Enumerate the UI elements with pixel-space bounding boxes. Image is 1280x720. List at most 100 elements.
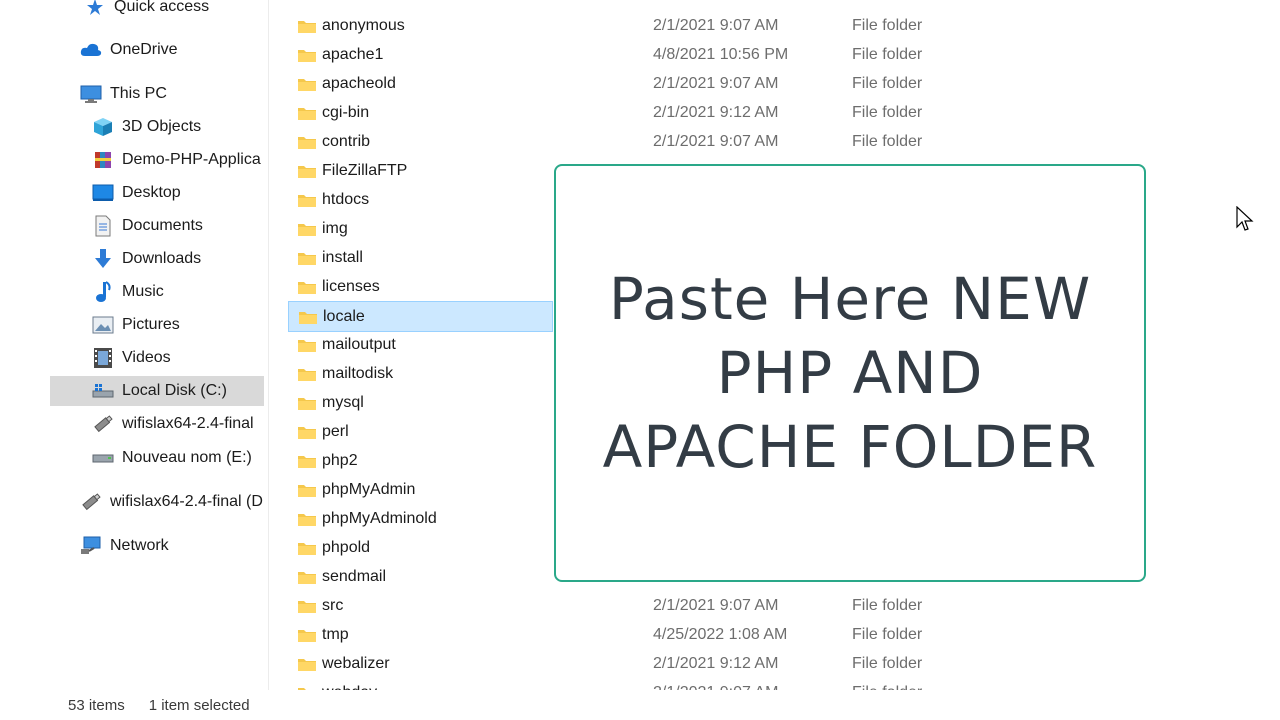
star-icon: [84, 0, 106, 18]
desktop-icon: [92, 182, 114, 204]
file-name: webalizer: [322, 654, 390, 672]
computer-icon: [80, 83, 102, 105]
file-row[interactable]: webdav2/1/2021 9:07 AMFile folder: [288, 678, 988, 690]
folder-icon: [298, 252, 316, 265]
nav-label: Music: [122, 283, 164, 300]
folder-icon: [298, 339, 316, 352]
file-row[interactable]: apache1 4/8/2021 10:56 PM File folder: [288, 40, 988, 69]
left-margin: [0, 0, 50, 720]
file-name: src: [322, 596, 344, 614]
paste-instruction-text: Paste Here NEW PHP AND APACHE FOLDER: [570, 262, 1130, 484]
mouse-pointer-icon: [1236, 205, 1254, 232]
folder-icon: [298, 136, 316, 149]
folder-icon: [298, 165, 316, 178]
nav-label: Demo-PHP-Applica: [122, 151, 261, 168]
folder-icon: [298, 368, 316, 381]
file-type: File folder: [852, 654, 923, 672]
nav-pictures[interactable]: Pictures: [92, 310, 180, 340]
file-name: anonymous: [322, 16, 405, 34]
nav-downloads[interactable]: Downloads: [92, 244, 201, 274]
nav-local-disk-c[interactable]: Local Disk (C:): [50, 376, 264, 406]
nav-nouveau-nom-e[interactable]: Nouveau nom (E:): [92, 443, 252, 473]
file-row[interactable]: apacheold 2/1/2021 9:07 AM File folder: [288, 69, 988, 98]
nav-label: Pictures: [122, 316, 180, 333]
nav-label: Quick access: [114, 0, 210, 15]
file-row[interactable]: contrib 2/1/2021 9:07 AM File folder: [288, 127, 988, 156]
file-row[interactable]: cgi-bin 2/1/2021 9:12 AM File folder: [288, 98, 988, 127]
file-type: File folder: [852, 16, 923, 34]
document-icon: [92, 215, 114, 237]
file-type: File folder: [852, 45, 923, 63]
file-type: File folder: [852, 625, 923, 643]
selection-count: 1 item selected: [148, 696, 250, 714]
folder-icon: [298, 455, 316, 468]
file-name: tmp: [322, 625, 349, 643]
folder-icon: [298, 397, 316, 410]
file-date: 2/1/2021 9:07 AM: [653, 74, 779, 92]
nav-wifislax-d[interactable]: wifislax64-2.4-final (D: [80, 487, 268, 517]
file-type: File folder: [852, 596, 923, 614]
nav-label: Local Disk (C:): [122, 382, 227, 399]
folder-icon: [298, 281, 316, 294]
file-row[interactable]: tmp 4/25/2022 1:08 AM File folder: [288, 620, 988, 649]
folder-icon: [299, 311, 317, 324]
file-name: apacheold: [322, 74, 396, 92]
folder-icon: [298, 513, 316, 526]
file-name: locale: [323, 307, 365, 325]
nav-label: Network: [110, 537, 169, 554]
nav-onedrive[interactable]: OneDrive: [80, 35, 178, 65]
folder-icon: [298, 629, 316, 642]
nav-desktop[interactable]: Desktop: [92, 178, 181, 208]
folder-icon: [298, 426, 316, 439]
file-type: File folder: [852, 103, 923, 121]
folder-icon: [298, 600, 316, 613]
nav-label: 3D Objects: [122, 118, 202, 135]
file-row[interactable]: locale: [288, 301, 553, 332]
usb-icon: [80, 491, 102, 513]
folder-icon: [298, 484, 316, 497]
file-date: 2/1/2021 9:07 AM: [653, 132, 779, 150]
usb-icon: [92, 413, 114, 435]
nav-quick-access[interactable]: Quick access: [84, 0, 209, 22]
file-type: File folder: [852, 74, 923, 92]
nav-videos[interactable]: Videos: [92, 343, 171, 373]
file-date: 2/1/2021 9:07 AM: [653, 596, 779, 614]
nav-label: Desktop: [122, 184, 181, 201]
navigation-pane: Quick access OneDrive This PC 3D Objects…: [50, 0, 269, 690]
archive-icon: [92, 149, 114, 171]
folder-icon: [298, 194, 316, 207]
nav-3d-objects[interactable]: 3D Objects: [92, 112, 201, 142]
cube-icon: [92, 116, 114, 138]
nav-label: Videos: [122, 349, 171, 366]
nav-network[interactable]: Network: [80, 531, 169, 561]
folder-icon: [298, 107, 316, 120]
file-date: 2/1/2021 9:07 AM: [653, 16, 779, 34]
file-date: 4/8/2021 10:56 PM: [653, 45, 789, 63]
cloud-icon: [80, 39, 102, 61]
file-name: cgi-bin: [322, 103, 370, 121]
folder-icon: [298, 542, 316, 555]
nav-this-pc[interactable]: This PC: [80, 79, 167, 109]
file-name: apache1: [322, 45, 384, 63]
file-row[interactable]: webalizer 2/1/2021 9:12 AM File folder: [288, 649, 988, 678]
nav-music[interactable]: Music: [92, 277, 164, 307]
picture-icon: [92, 314, 114, 336]
paste-instruction-box: Paste Here NEW PHP AND APACHE FOLDER: [554, 164, 1146, 582]
file-name: contrib: [322, 132, 371, 150]
drive-icon: [92, 447, 114, 469]
drive-icon: [92, 380, 114, 402]
folder-icon: [298, 223, 316, 236]
nav-label: wifislax64-2.4-final: [122, 415, 254, 432]
status-bar: 53 items 1 item selected: [50, 690, 1280, 720]
folder-icon: [298, 20, 316, 33]
nav-wifislax-usb[interactable]: wifislax64-2.4-final: [92, 409, 268, 439]
video-icon: [92, 347, 114, 369]
folder-icon: [298, 78, 316, 91]
nav-label: wifislax64-2.4-final (D: [110, 493, 263, 510]
nav-label: Downloads: [122, 250, 202, 267]
nav-documents[interactable]: Documents: [92, 211, 203, 241]
nav-demo-php[interactable]: Demo-PHP-Applica: [92, 145, 268, 175]
file-row[interactable]: src 2/1/2021 9:07 AM File folder: [288, 591, 988, 620]
file-row[interactable]: anonymous 2/1/2021 9:07 AM File folder: [288, 11, 988, 40]
nav-label: Documents: [122, 217, 203, 234]
